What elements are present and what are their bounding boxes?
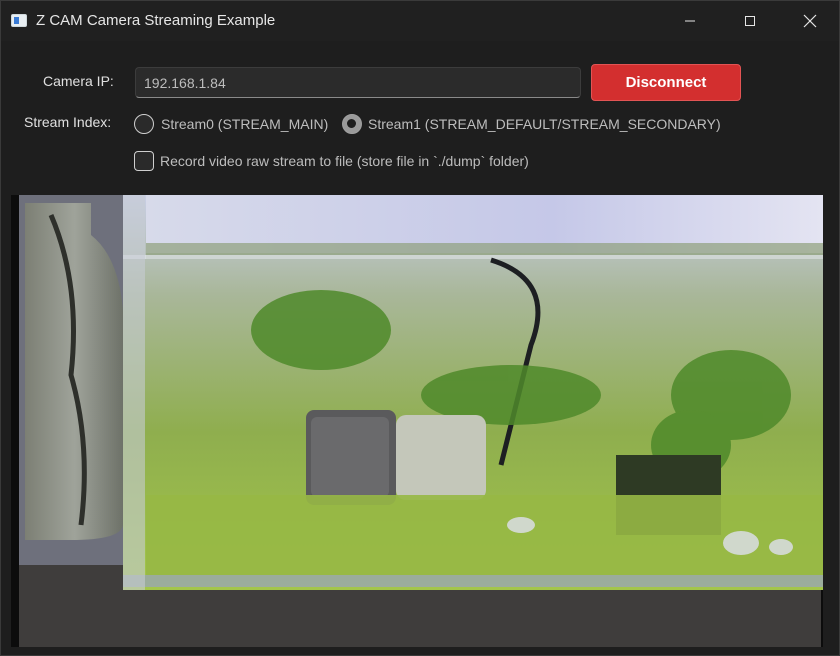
camera-ip-input[interactable] [135,67,581,98]
title-bar[interactable]: Z CAM Camera Streaming Example [1,1,839,41]
close-icon [803,14,817,28]
maximize-icon [745,16,755,26]
camera-ip-label: Camera IP: [43,73,114,89]
video-frame-image [11,195,823,647]
stream-index-label: Stream Index: [24,114,112,130]
app-window-icon [11,14,27,27]
disconnect-button[interactable]: Disconnect [591,64,741,101]
window-title: Z CAM Camera Streaming Example [36,12,276,29]
stream1-radio-label[interactable]: Stream1 (STREAM_DEFAULT/STREAM_SECONDARY… [368,116,721,132]
maximize-button[interactable] [727,1,773,41]
minimize-button[interactable] [667,1,713,41]
record-stream-checkbox[interactable] [134,151,154,171]
stream0-radio-label[interactable]: Stream0 (STREAM_MAIN) [161,116,328,132]
camera-video-preview [11,195,823,647]
minimize-icon [685,20,695,22]
stream0-radio[interactable] [134,114,154,134]
record-stream-label[interactable]: Record video raw stream to file (store f… [160,153,529,169]
stream1-radio[interactable] [342,114,362,134]
close-button[interactable] [787,1,833,41]
app-window: Z CAM Camera Streaming Example Camera IP… [0,0,840,656]
